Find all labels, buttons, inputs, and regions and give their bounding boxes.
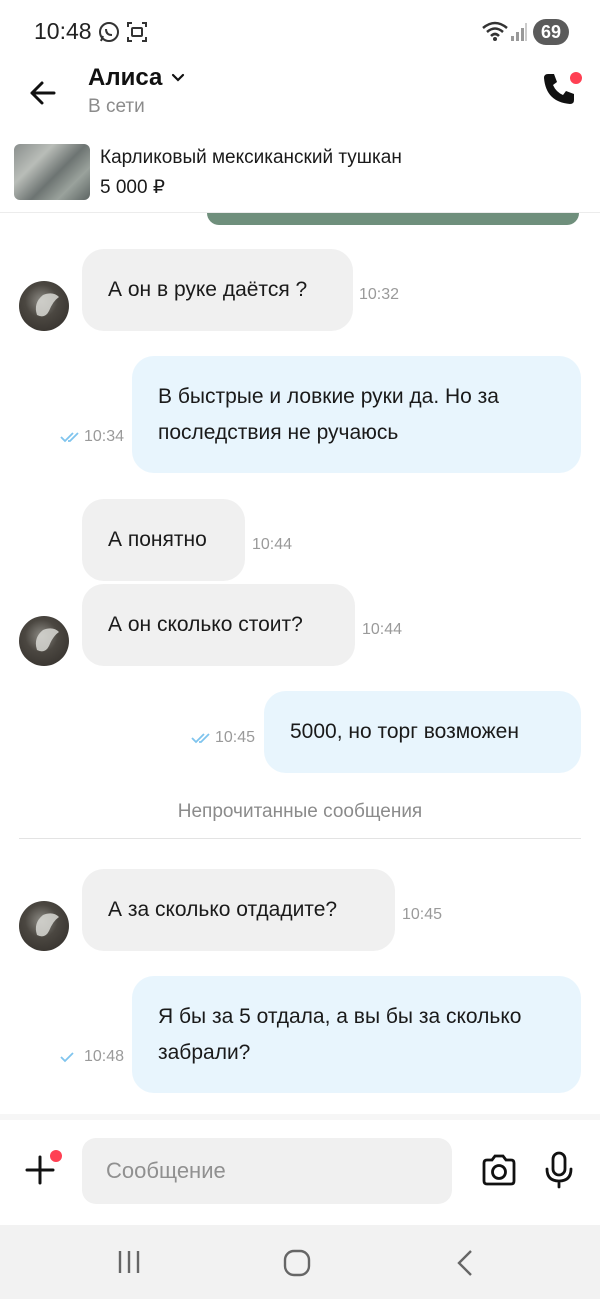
listing-thumbnail[interactable] <box>14 144 90 200</box>
composer-separator <box>0 1114 600 1120</box>
message-time: 10:44 <box>362 621 403 638</box>
read-ticks-icon <box>60 432 79 443</box>
avatar[interactable] <box>19 281 69 331</box>
message-bubble[interactable]: А за сколько отдадите? <box>82 869 395 951</box>
message-bubble[interactable]: А он сколько стоит? <box>82 584 355 666</box>
message-text: 5000, но торг возможен <box>290 720 519 743</box>
contact-status: В сети <box>88 96 145 117</box>
message-bubble[interactable]: В быстрые и ловкие руки да. Но за послед… <box>132 356 581 473</box>
message-bubble[interactable]: А он в руке даётся ? <box>82 249 353 331</box>
battery-indicator: 69 <box>533 19 569 45</box>
image-message-remnant[interactable] <box>207 213 579 225</box>
home-icon[interactable] <box>283 1249 311 1277</box>
back-arrow-icon[interactable] <box>28 78 58 108</box>
sent-tick-icon <box>60 1052 74 1063</box>
camera-icon[interactable] <box>481 1153 517 1187</box>
message-time: 10:34 <box>84 428 125 445</box>
message-time: 10:45 <box>215 729 256 746</box>
chevron-down-icon[interactable] <box>171 73 185 83</box>
call-notification-dot <box>570 72 582 84</box>
message-bubble[interactable]: А понятно <box>82 499 245 581</box>
screenshot-icon <box>127 22 147 42</box>
status-time: 10:48 <box>34 18 92 44</box>
message-input[interactable] <box>82 1138 452 1204</box>
message-text: А за сколько отдадите? <box>108 898 338 921</box>
listing-title[interactable]: Карликовый мексиканский тушкан <box>100 147 402 169</box>
signal-icon <box>511 23 527 41</box>
message-text: Я бы за 5 отдала, а вы бы за сколько заб… <box>158 1004 522 1064</box>
read-ticks-icon <box>191 733 210 744</box>
avatar[interactable] <box>19 616 69 666</box>
message-time: 10:45 <box>402 906 443 923</box>
message-time: 10:48 <box>84 1048 125 1065</box>
attach-notification-dot <box>50 1150 62 1162</box>
avatar[interactable] <box>19 901 69 951</box>
message-text: А он сколько стоит? <box>108 613 303 636</box>
back-nav-icon[interactable] <box>455 1249 475 1277</box>
system-navigation-bar <box>0 1225 600 1299</box>
message-text: А понятно <box>108 528 207 551</box>
listing-price: 5 000 ₽ <box>100 177 165 198</box>
listing-bar[interactable]: Карликовый мексиканский тушкан 5 000 ₽ <box>0 134 600 213</box>
unread-divider-line <box>19 838 581 839</box>
contact-name[interactable]: Алиса <box>88 64 162 92</box>
message-time: 10:32 <box>359 286 400 303</box>
wifi-icon <box>482 21 508 41</box>
message-bubble[interactable]: 5000, но торг возможен <box>264 691 581 773</box>
recent-apps-icon[interactable] <box>116 1249 142 1275</box>
message-time: 10:44 <box>252 536 293 553</box>
message-bubble[interactable]: Я бы за 5 отдала, а вы бы за сколько заб… <box>132 976 581 1093</box>
whatsapp-icon <box>99 22 119 42</box>
message-text: В быстрые и ловкие руки да. Но за послед… <box>158 384 499 444</box>
microphone-icon[interactable] <box>544 1151 574 1189</box>
unread-divider-label: Непрочитанные сообщения <box>177 801 423 822</box>
message-text: А он в руке даётся ? <box>108 278 308 301</box>
